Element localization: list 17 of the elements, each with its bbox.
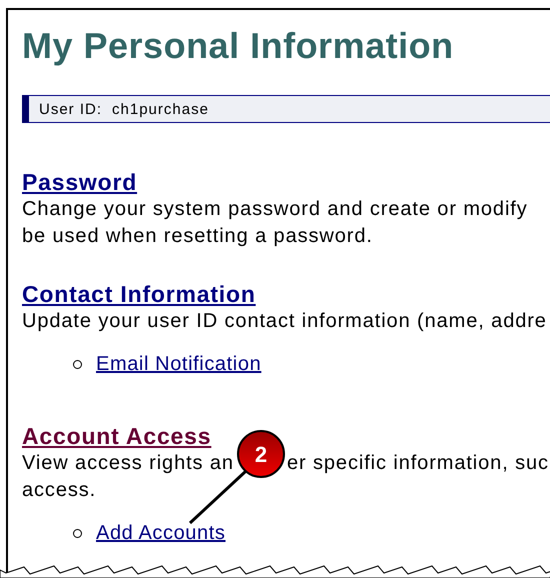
sub-link[interactable]: Add Accounts (96, 522, 226, 544)
user-id-value: ch1purchase (112, 100, 209, 118)
description-text: Update your user ID contact information (name, addre (22, 310, 547, 332)
section-heading-link[interactable]: Account Access (22, 422, 212, 450)
page-title: My Personal Information (22, 24, 455, 66)
user-id-label: User ID: (39, 100, 102, 118)
description-text: Change your system password and create or modify (22, 198, 528, 220)
description-text: er specific information, suc (286, 452, 549, 474)
sub-link[interactable]: Email Notification (96, 352, 262, 376)
description-text: access. (22, 479, 96, 501)
bullet-icon (73, 360, 82, 368)
section-heading-link[interactable]: Contact Information (22, 280, 256, 308)
description-text: be used when resetting a password. (22, 225, 373, 247)
bullet-icon (73, 528, 82, 538)
description-text: View access rights an (22, 452, 234, 474)
section-heading-link[interactable]: Password (22, 168, 138, 196)
callout-badge: 2 (237, 430, 285, 478)
